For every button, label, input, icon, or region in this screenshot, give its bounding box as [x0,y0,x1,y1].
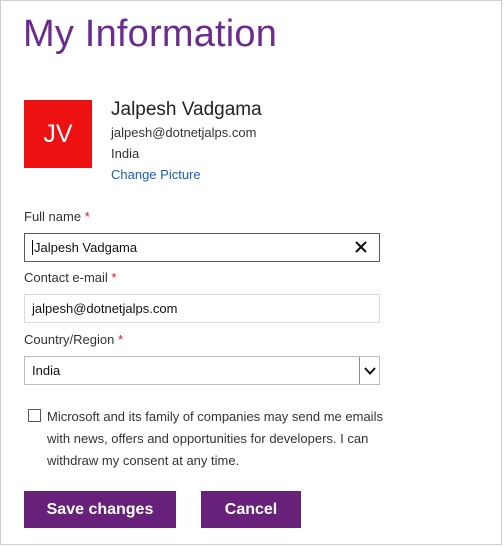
full-name-value: Jalpesh Vadgama [34,240,138,255]
contact-email-field[interactable]: jalpesh@dotnetjalps.com [24,294,380,323]
country-region-label: Country/Region * [24,332,123,347]
country-region-selected: India [32,363,61,378]
contact-email-label-text: Contact e-mail [24,270,108,285]
avatar-initials: JV [43,119,73,148]
contact-email-label: Contact e-mail * [24,270,117,285]
profile-email: jalpesh@dotnetjalps.com [111,125,257,140]
full-name-label-text: Full name [24,209,82,224]
country-region-select[interactable]: India [24,356,380,385]
consent-checkbox[interactable] [28,409,41,422]
avatar: JV [24,100,92,168]
required-mark: * [84,209,90,224]
close-icon[interactable] [353,239,369,255]
required-mark: * [117,332,124,347]
chevron-down-icon[interactable] [359,357,379,384]
country-region-label-text: Country/Region [24,332,115,347]
full-name-field[interactable]: Jalpesh Vadgama [24,233,380,262]
text-caret [32,240,33,255]
change-picture-link[interactable]: Change Picture [111,167,201,182]
profile-country: India [111,146,140,161]
profile-name: Jalpesh Vadgama [111,99,262,120]
save-changes-button[interactable]: Save changes [24,491,176,528]
full-name-label: Full name * [24,209,90,224]
page-title: My Information [23,13,278,55]
required-mark: * [111,270,117,285]
contact-email-value: jalpesh@dotnetjalps.com [32,301,178,316]
my-information-panel: My Information JV Jalpesh Vadgama jalpes… [0,0,502,545]
cancel-button[interactable]: Cancel [201,491,301,528]
consent-text: Microsoft and its family of companies ma… [47,409,383,468]
